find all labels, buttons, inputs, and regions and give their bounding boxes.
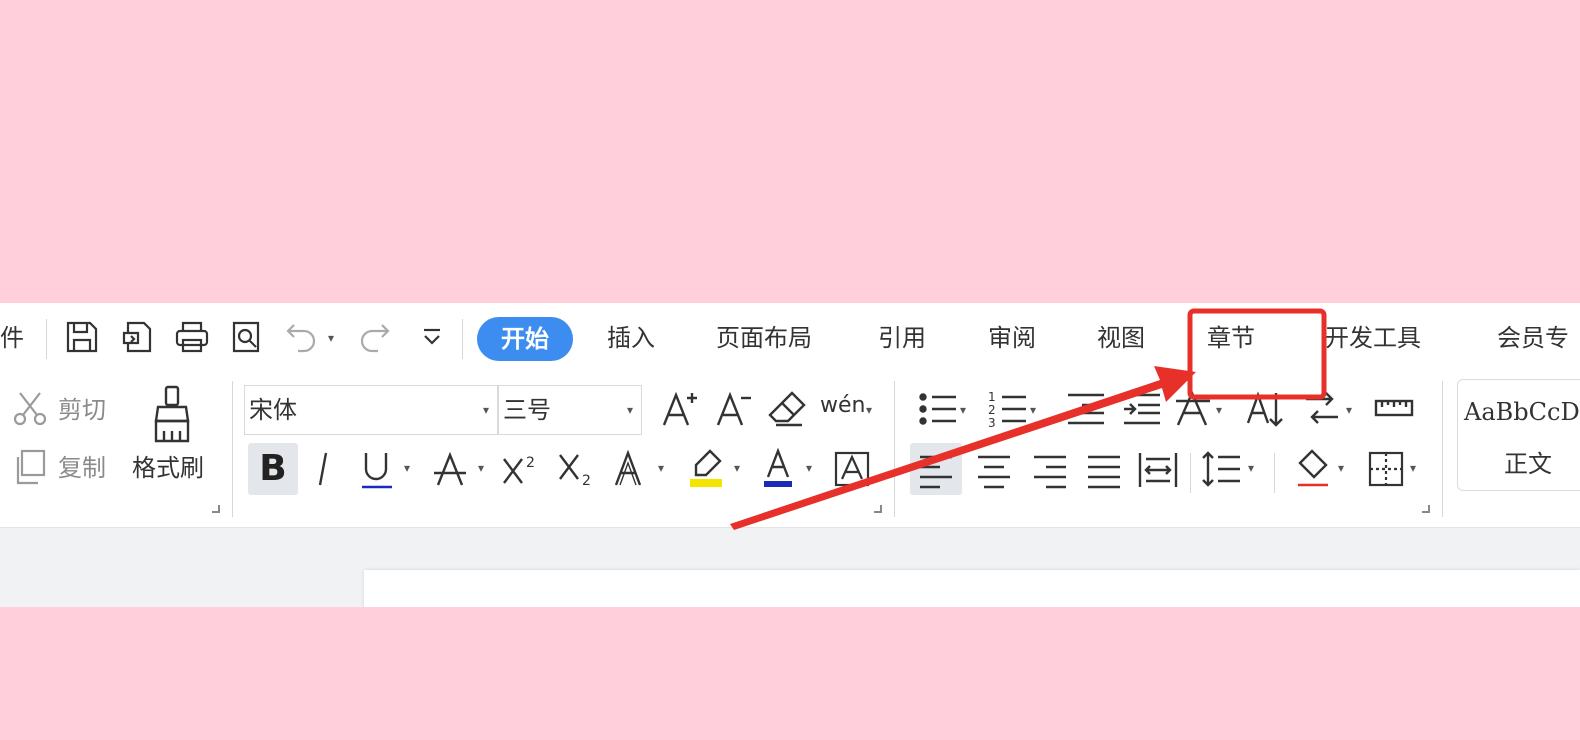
wps-writer-window: 件 ▾ 开始 插入 页面布局 引用 审阅 视图 章节 开发工具 会员专 剪切 复… xyxy=(0,303,1580,607)
ribbon: 剪切 复制 格式刷 宋体 ▾ 三号 ▾ wén ▾ B ▾ ▾ 2 2 ▾ ▾ … xyxy=(0,373,1580,527)
menu-file[interactable]: 件 xyxy=(0,323,24,353)
numbering-icon[interactable]: 123 xyxy=(986,387,1030,431)
chevron-down-icon[interactable]: ▾ xyxy=(478,461,484,475)
divider xyxy=(1274,453,1275,493)
format-painter-label[interactable]: 格式刷 xyxy=(132,453,204,483)
customize-toolbar-icon[interactable] xyxy=(414,319,450,355)
tab-developer[interactable]: 开发工具 xyxy=(1325,323,1421,353)
paragraph-dialog-launcher[interactable] xyxy=(1422,505,1430,513)
save-icon[interactable] xyxy=(64,319,100,355)
undo-dropdown-caret[interactable]: ▾ xyxy=(328,331,334,345)
tab-view[interactable]: 视图 xyxy=(1097,323,1145,353)
line-spacing-icon[interactable] xyxy=(1200,447,1244,491)
chevron-down-icon[interactable]: ▾ xyxy=(1216,403,1222,417)
chevron-down-icon[interactable]: ▾ xyxy=(866,403,872,417)
divider xyxy=(462,319,463,359)
format-painter-icon[interactable] xyxy=(148,385,196,443)
justify-icon[interactable] xyxy=(1082,447,1126,491)
shading-icon[interactable] xyxy=(1292,447,1336,491)
clipboard-dialog-launcher[interactable] xyxy=(212,505,220,513)
divider xyxy=(46,319,47,359)
undo-icon[interactable] xyxy=(284,319,320,355)
tab-page-layout[interactable]: 页面布局 xyxy=(716,323,812,353)
cut-label[interactable]: 剪切 xyxy=(58,395,106,425)
ruler-icon[interactable] xyxy=(1372,387,1416,431)
highlight-icon[interactable] xyxy=(686,447,730,491)
document-page[interactable] xyxy=(364,570,1580,607)
align-center-icon[interactable] xyxy=(972,447,1016,491)
text-effect-icon[interactable] xyxy=(610,447,654,491)
style-name: 正文 xyxy=(1504,450,1552,478)
font-color-icon[interactable] xyxy=(760,447,804,491)
bullets-icon[interactable] xyxy=(916,387,960,431)
svg-text:2: 2 xyxy=(582,473,591,489)
show-marks-icon[interactable] xyxy=(1300,387,1344,431)
underline-icon[interactable] xyxy=(356,447,400,491)
chinese-layout-icon[interactable] xyxy=(1172,387,1216,431)
superscript-icon[interactable]: 2 xyxy=(500,447,544,491)
font-size-value: 三号 xyxy=(503,396,551,424)
font-family-value: 宋体 xyxy=(249,396,297,424)
align-left-button[interactable] xyxy=(910,443,962,495)
tab-insert[interactable]: 插入 xyxy=(607,323,655,353)
tab-references[interactable]: 引用 xyxy=(878,323,926,353)
menu-bar: 件 ▾ 开始 插入 页面布局 引用 审阅 视图 章节 开发工具 会员专 xyxy=(0,303,1580,373)
chevron-down-icon[interactable]: ▾ xyxy=(806,461,812,475)
print-preview-icon[interactable] xyxy=(228,319,264,355)
style-normal[interactable]: AaBbCcDd 正文 xyxy=(1457,379,1580,491)
pinyin-guide-icon[interactable]: wén xyxy=(820,391,865,421)
shrink-font-icon[interactable] xyxy=(712,387,756,431)
divider xyxy=(1190,453,1191,493)
cut-icon[interactable] xyxy=(10,389,50,429)
export-pdf-icon[interactable] xyxy=(120,319,156,355)
chevron-down-icon[interactable]: ▾ xyxy=(1338,461,1344,475)
chevron-down-icon[interactable]: ▾ xyxy=(1248,461,1254,475)
font-size-select[interactable]: 三号 ▾ xyxy=(498,385,642,435)
decrease-indent-icon[interactable] xyxy=(1064,387,1108,431)
char-border-icon[interactable] xyxy=(830,447,874,491)
font-family-select[interactable]: 宋体 ▾ xyxy=(244,385,498,435)
distributed-icon[interactable] xyxy=(1136,447,1180,491)
tab-start[interactable]: 开始 xyxy=(477,317,573,361)
chevron-down-icon[interactable]: ▾ xyxy=(1030,403,1036,417)
chevron-down-icon[interactable]: ▾ xyxy=(734,461,740,475)
chevron-down-icon[interactable]: ▾ xyxy=(404,461,410,475)
svg-text:2: 2 xyxy=(526,455,535,471)
divider xyxy=(1442,381,1443,517)
tab-membership[interactable]: 会员专 xyxy=(1497,323,1569,353)
strikethrough-icon[interactable] xyxy=(430,447,474,491)
chevron-down-icon: ▾ xyxy=(482,403,489,417)
chevron-down-icon: ▾ xyxy=(626,403,633,417)
clear-format-icon[interactable] xyxy=(766,387,810,431)
tab-review[interactable]: 审阅 xyxy=(988,323,1036,353)
align-right-icon[interactable] xyxy=(1028,447,1072,491)
copy-label[interactable]: 复制 xyxy=(58,453,106,483)
style-preview: AaBbCcDd xyxy=(1464,398,1580,426)
align-left-icon xyxy=(914,447,958,491)
increase-indent-icon[interactable] xyxy=(1120,387,1164,431)
bold-icon[interactable]: B xyxy=(248,443,298,495)
svg-text:2: 2 xyxy=(988,403,996,417)
svg-text:3: 3 xyxy=(988,416,996,430)
italic-icon[interactable] xyxy=(302,447,346,491)
print-icon[interactable] xyxy=(174,319,210,355)
redo-icon[interactable] xyxy=(356,319,392,355)
subscript-icon[interactable]: 2 xyxy=(556,447,600,491)
divider xyxy=(232,381,233,517)
borders-icon[interactable] xyxy=(1364,447,1408,491)
chevron-down-icon[interactable]: ▾ xyxy=(1346,403,1352,417)
tab-chapter[interactable]: 章节 xyxy=(1207,323,1255,353)
copy-icon[interactable] xyxy=(10,447,50,487)
divider xyxy=(894,381,895,517)
grow-font-icon[interactable] xyxy=(658,387,702,431)
sort-icon[interactable] xyxy=(1244,387,1288,431)
chevron-down-icon[interactable]: ▾ xyxy=(658,461,664,475)
chevron-down-icon[interactable]: ▾ xyxy=(1410,461,1416,475)
document-canvas[interactable] xyxy=(0,527,1580,607)
chevron-down-icon[interactable]: ▾ xyxy=(960,403,966,417)
svg-text:1: 1 xyxy=(988,390,996,404)
font-dialog-launcher[interactable] xyxy=(874,505,882,513)
